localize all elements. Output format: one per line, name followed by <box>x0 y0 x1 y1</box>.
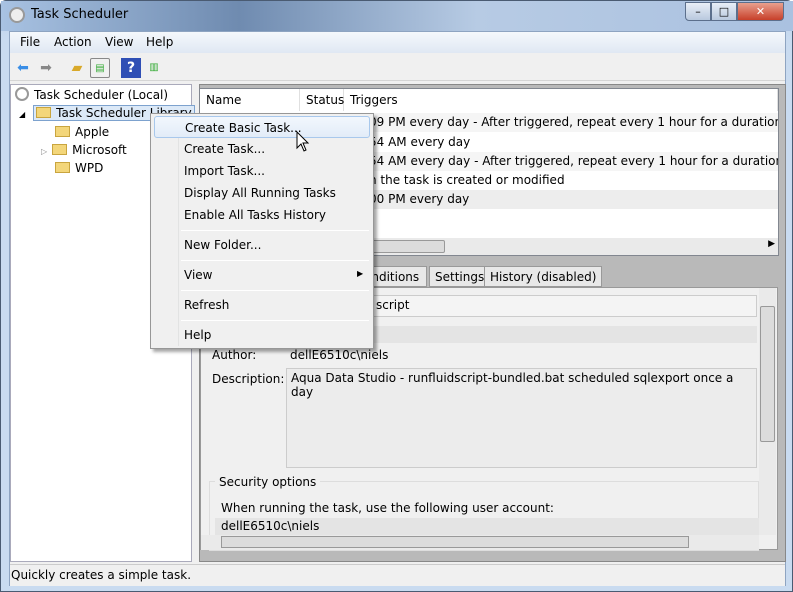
window-title: Task Scheduler <box>31 7 129 22</box>
author-label: Author: <box>212 348 257 362</box>
tab-history[interactable]: History (disabled) <box>484 266 603 287</box>
description-field[interactable]: Aqua Data Studio - runfluidscript-bundle… <box>286 368 757 468</box>
tree-folder-apple[interactable]: Apple <box>55 125 109 139</box>
author-value: dellE6510c\niels <box>290 348 389 362</box>
menu-item-help[interactable]: Help <box>154 324 370 346</box>
folder-clock-icon <box>36 107 52 118</box>
clock-icon <box>15 87 29 101</box>
forward-icon[interactable]: ➡ <box>36 58 56 78</box>
menu-item-new-folder[interactable]: New Folder... <box>154 234 370 256</box>
help-icon[interactable]: ? <box>121 58 141 78</box>
user-account-field: dellE6510c\niels <box>215 518 759 536</box>
status-bar: Quickly creates a simple task. <box>10 564 785 586</box>
menu-view[interactable]: View <box>105 35 133 49</box>
folder-label: Apple <box>75 125 110 139</box>
trigger-cell: 54 AM every day - After triggered, repea… <box>369 154 778 168</box>
close-button[interactable]: ✕ <box>737 2 784 21</box>
trigger-cell: 09 PM every day - After triggered, repea… <box>369 115 778 129</box>
folder-label: Microsoft <box>72 143 127 157</box>
menu-item-display-running-tasks[interactable]: Display All Running Tasks <box>154 182 370 204</box>
task-name-field[interactable]: script <box>371 295 757 317</box>
folder-label: WPD <box>75 161 104 175</box>
clock-icon <box>9 7 25 23</box>
up-folder-icon[interactable]: ▰ <box>67 58 87 78</box>
folder-icon <box>55 126 70 137</box>
menu-item-view[interactable]: View <box>154 264 370 286</box>
expand-arrow-icon[interactable]: ◢ <box>19 110 25 119</box>
task-name-value: script <box>376 298 410 312</box>
detail-horizontal-scrollbar[interactable] <box>201 535 759 550</box>
menu-separator <box>181 290 369 291</box>
submenu-arrow-icon: ▶ <box>357 269 364 278</box>
menu-item-create-basic-task[interactable]: Create Basic Task... <box>154 116 370 138</box>
scroll-thumb[interactable] <box>221 536 689 548</box>
tree-root-label: Task Scheduler (Local) <box>34 88 169 102</box>
scroll-right-icon[interactable]: ▶ <box>768 239 775 249</box>
mouse-cursor-icon <box>296 131 310 152</box>
title-bar: Task Scheduler – □ ✕ <box>1 1 793 31</box>
menu-help[interactable]: Help <box>146 35 173 49</box>
user-account-value: dellE6510c\niels <box>221 519 320 533</box>
menu-separator <box>181 230 369 231</box>
toolbar: ⬅ ➡ ▰ ▤ ? ▥ <box>10 54 785 81</box>
menu-file[interactable]: File <box>20 35 40 49</box>
minimize-button[interactable]: – <box>685 2 711 21</box>
tree-folder-microsoft[interactable]: ▷ Microsoft <box>41 143 127 157</box>
security-text: When running the task, use the following… <box>221 501 554 515</box>
context-menu: Create Basic Task... Create Task... Impo… <box>150 113 374 349</box>
tree-folder-wpd[interactable]: WPD <box>55 161 103 175</box>
menu-item-refresh[interactable]: Refresh <box>154 294 370 316</box>
menu-item-enable-history[interactable]: Enable All Tasks History <box>154 204 370 226</box>
show-hide-action-pane-icon[interactable]: ▥ <box>144 58 164 78</box>
column-triggers[interactable]: Triggers <box>344 89 778 111</box>
folder-icon <box>52 144 68 155</box>
folder-icon <box>55 162 70 173</box>
tree-root[interactable]: Task Scheduler (Local) <box>15 87 168 102</box>
show-hide-tree-icon[interactable]: ▤ <box>90 58 110 78</box>
trigger-cell: n the task is created or modified <box>369 173 565 187</box>
back-icon[interactable]: ⬅ <box>13 58 33 78</box>
menu-item-import-task[interactable]: Import Task... <box>154 160 370 182</box>
description-text: Aqua Data Studio - runfluidscript-bundle… <box>291 371 734 399</box>
expand-arrow-icon[interactable]: ▷ <box>41 147 47 156</box>
menu-separator <box>181 260 369 261</box>
tab-settings[interactable]: Settings <box>429 266 491 287</box>
description-label: Description: <box>212 372 285 386</box>
detail-vertical-scrollbar[interactable] <box>759 288 776 535</box>
column-name[interactable]: Name <box>200 89 300 111</box>
trigger-cell: 00 PM every day <box>369 192 470 206</box>
column-status[interactable]: Status <box>300 89 344 111</box>
menu-item-create-task[interactable]: Create Task... <box>154 138 370 160</box>
security-options-legend: Security options <box>215 475 321 489</box>
menu-action[interactable]: Action <box>54 35 92 49</box>
menu-bar: File Action View Help <box>10 32 785 53</box>
menu-separator <box>181 320 369 321</box>
scroll-thumb[interactable] <box>760 306 775 442</box>
maximize-button[interactable]: □ <box>711 2 737 21</box>
trigger-cell: 54 AM every day <box>369 135 471 149</box>
